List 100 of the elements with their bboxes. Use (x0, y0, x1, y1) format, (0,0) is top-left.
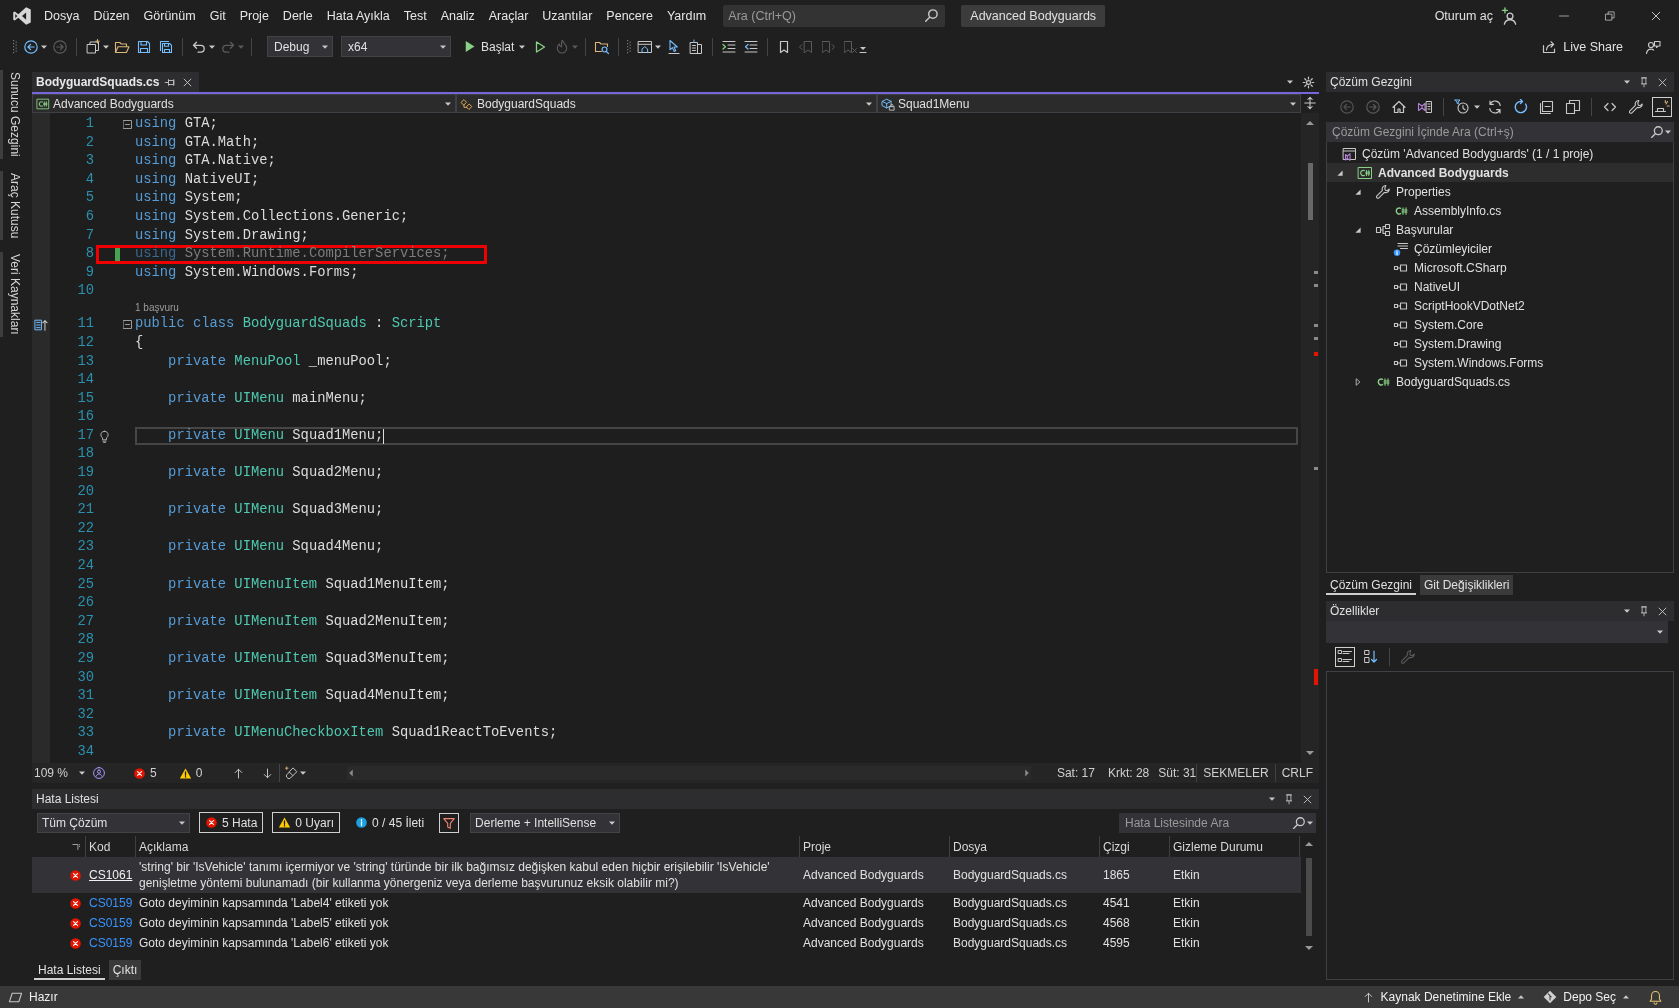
settings-icon[interactable] (1302, 76, 1315, 89)
close-icon[interactable] (1650, 9, 1662, 22)
menu-item[interactable]: Görünüm (136, 5, 203, 26)
tree-item[interactable]: Çözüm 'Advanced Bodyguards' (1 / 1 proje) (1341, 144, 1594, 163)
tree-item[interactable]: Çözümleyiciler (1369, 239, 1493, 258)
line-position[interactable]: Sat: 17 (1056, 766, 1095, 780)
tree-item[interactable]: ScriptHookVDotNet2 (1369, 296, 1525, 315)
menu-item[interactable]: Test (396, 5, 434, 26)
error-code-link[interactable]: CS0159 (89, 936, 133, 950)
search-input[interactable]: Çözüm Gezgini İçinde Ara (Ctrl+ş) (1332, 124, 1650, 140)
menu-item[interactable]: Yardım (659, 5, 714, 26)
search-field[interactable]: Ara (Ctrl+Q) (723, 4, 946, 27)
person-add-icon[interactable] (1501, 6, 1519, 25)
split-icon[interactable] (1303, 96, 1317, 110)
tree-item[interactable]: System.Drawing (1369, 334, 1502, 353)
type-dropdown[interactable]: BodyguardSquads (456, 94, 877, 113)
search-icon[interactable] (924, 8, 940, 23)
error-code-link[interactable]: CS0159 (89, 896, 133, 910)
pin-icon[interactable] (1638, 605, 1650, 617)
table-row[interactable] (32, 857, 1301, 893)
filter-icon[interactable] (439, 812, 460, 833)
menu-item[interactable]: Pencere (599, 5, 660, 26)
clock-filter-icon[interactable] (1452, 97, 1472, 117)
menu-item[interactable]: Uzantılar (535, 5, 600, 26)
share-icon[interactable] (1541, 38, 1558, 55)
stacked-squares-icon[interactable] (1563, 97, 1583, 117)
repository-button[interactable]: Depo Seç (1543, 989, 1630, 1005)
zoom-dropdown[interactable]: 109 % (32, 765, 88, 781)
close-icon[interactable] (1657, 76, 1668, 88)
cursor-icon[interactable] (666, 38, 683, 55)
filter-button[interactable]: 5 Hata (199, 812, 264, 833)
bench-sparkle-icon[interactable] (1652, 97, 1672, 117)
menu-item[interactable]: Araçlar (481, 5, 536, 26)
tree-item[interactable]: AssemblyInfo.cs (1369, 201, 1502, 220)
search-field[interactable]: Hata Listesinde Ara (1119, 812, 1316, 833)
horizontal-scrollbar[interactable] (347, 766, 1031, 780)
close-icon[interactable] (1657, 605, 1668, 617)
tree-item[interactable]: System.Windows.Forms (1369, 353, 1544, 372)
error-code-link[interactable]: CS0159 (89, 916, 133, 930)
live-share-button[interactable]: Live Share (1541, 38, 1623, 55)
line-ending-button[interactable]: CRLF (1274, 764, 1319, 782)
side-tab[interactable]: Sunucu Gezgini (0, 70, 22, 159)
indentation-button[interactable]: SEKMELER (1196, 764, 1275, 782)
list-icon[interactable] (1335, 647, 1355, 667)
pin-icon[interactable] (1638, 76, 1650, 88)
source-control-button[interactable]: Kaynak Denetimine Ekle (1361, 989, 1526, 1005)
indent-lines-icon[interactable] (721, 38, 738, 55)
close-icon[interactable] (1302, 793, 1313, 805)
close-icon[interactable] (182, 76, 194, 88)
tree-item[interactable]: NativeUI (1369, 277, 1460, 296)
source-dropdown[interactable]: Derleme + IntelliSense (470, 812, 621, 833)
references-link[interactable]: 1 başvuru (135, 302, 179, 315)
warning-count-button[interactable]: 0 (178, 766, 203, 780)
menu-item[interactable]: Proje (232, 5, 276, 26)
minus-box-icon[interactable] (123, 119, 132, 129)
restore-icon[interactable] (1604, 9, 1616, 22)
filter-button[interactable]: 0 Uyarı (272, 812, 341, 833)
filter-button[interactable]: 0 / 45 İleti (349, 812, 431, 833)
wrench-icon[interactable] (1626, 97, 1646, 117)
platform-dropdown[interactable]: x64 (341, 36, 451, 57)
search-input[interactable]: Hata Listesinde Ara (1125, 814, 1292, 831)
side-tab[interactable]: Veri Kaynakları (0, 252, 22, 337)
menu-item[interactable]: Analiz (433, 5, 482, 26)
menu-item[interactable]: Git (202, 5, 233, 26)
menu-item[interactable]: Düzen (86, 5, 137, 26)
member-dropdown[interactable]: Squad1Menu (877, 94, 1301, 113)
sign-in-link[interactable]: Oturum aç (1434, 8, 1493, 23)
outdent-lines-icon[interactable] (743, 38, 760, 55)
tree-item[interactable]: System.Core (1369, 315, 1484, 334)
grip-icon[interactable] (13, 38, 17, 55)
save-all-icon[interactable] (158, 38, 174, 55)
bell-icon[interactable] (1648, 989, 1663, 1005)
menu-item[interactable]: Dosya (37, 5, 87, 26)
eraser-icon[interactable] (285, 766, 300, 780)
search-field[interactable]: Çözüm Gezgini İçinde Ara (Ctrl+ş) (1326, 122, 1674, 142)
configuration-dropdown[interactable]: Debug (267, 36, 333, 57)
tree-item[interactable]: BodyguardSquads.cs (1351, 372, 1511, 391)
panel-tab[interactable]: Git Değişiklikleri (1420, 575, 1514, 595)
scope-dropdown[interactable]: Tüm Çözüm (37, 812, 190, 833)
list-arrow-icon[interactable] (34, 317, 48, 332)
squares-sparkle-icon[interactable] (85, 38, 101, 55)
menu-item[interactable]: Hata Ayıkla (319, 5, 397, 26)
pin-icon[interactable] (1283, 793, 1295, 805)
save-icon[interactable] (136, 38, 152, 55)
grip-icon[interactable] (627, 38, 632, 55)
error-code-link[interactable]: CS1061 (89, 868, 133, 882)
vertical-scrollbar[interactable] (1301, 113, 1319, 763)
document-tab[interactable]: BodyguardSquads.cs (32, 72, 200, 92)
tree-item[interactable]: Başvurular (1351, 220, 1454, 239)
lightbulb-icon[interactable] (97, 428, 111, 444)
search-input[interactable]: Ara (Ctrl+Q) (728, 7, 925, 24)
tree-item[interactable]: Advanced Bodyguards (1327, 163, 1673, 182)
back-arrow-icon[interactable] (23, 38, 39, 55)
character-position[interactable]: Krkt: 28 (1107, 766, 1150, 780)
search-icon[interactable] (1650, 125, 1664, 139)
tree-item[interactable]: Microsoft.CSharp (1369, 258, 1507, 277)
menu-item[interactable]: Derle (275, 5, 320, 26)
start-button[interactable]: Başlat (459, 38, 530, 55)
search-icon[interactable] (1292, 815, 1306, 830)
window-icon[interactable] (637, 38, 654, 55)
